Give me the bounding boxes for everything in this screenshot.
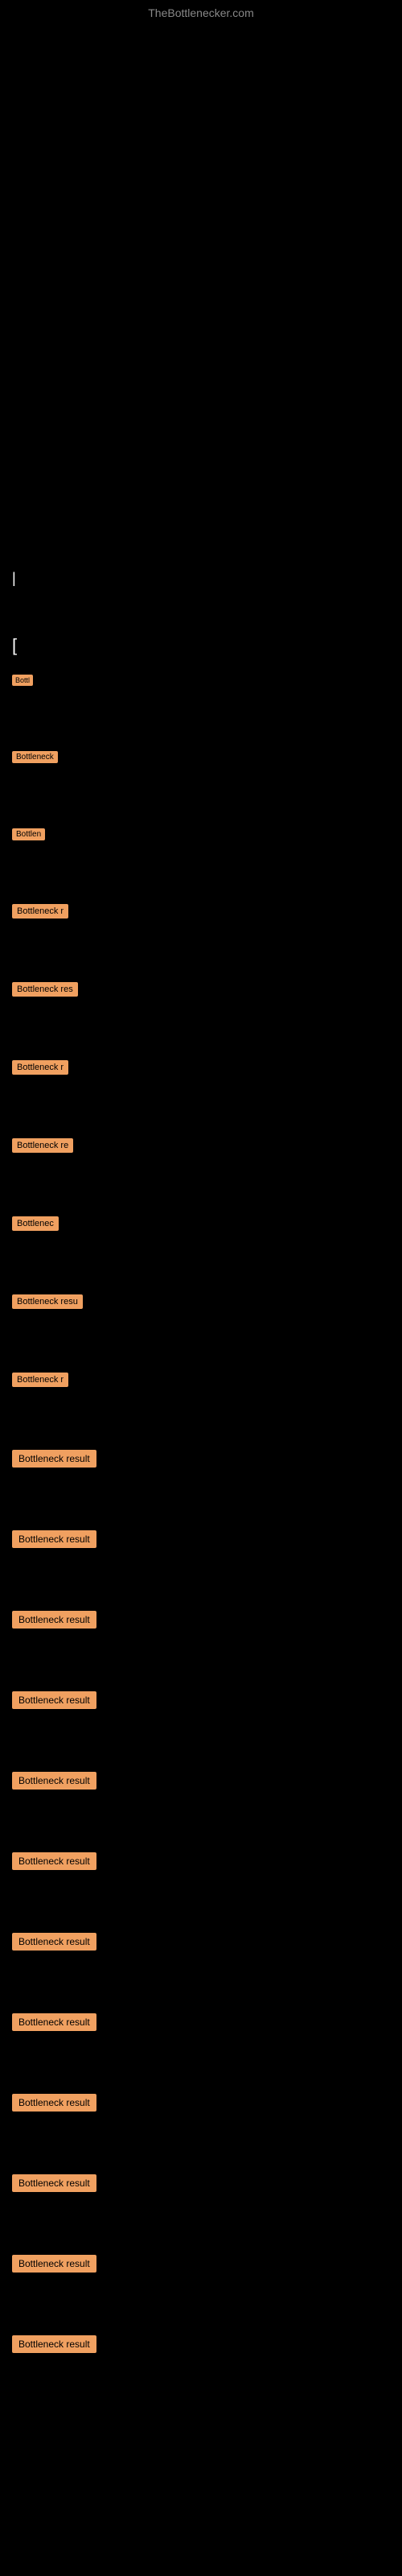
bottleneck-result-badge[interactable]: Bottleneck result (12, 2094, 96, 2112)
bottleneck-result-badge[interactable]: Bottleneck (12, 751, 58, 763)
list-item: Bottleneck result (12, 1691, 394, 1741)
bottleneck-result-badge[interactable]: Bottleneck result (12, 2013, 96, 2031)
site-title: TheBottlenecker.com (0, 0, 402, 23)
list-item: Bottleneck result (12, 2174, 394, 2224)
bottleneck-result-badge[interactable]: Bottlen (12, 828, 45, 840)
bottleneck-result-badge[interactable]: Bottleneck result (12, 1933, 96, 1951)
bottleneck-result-badge[interactable]: Bottleneck r (12, 1060, 68, 1075)
list-item: Bottleneck result (12, 2013, 394, 2063)
bottleneck-result-badge[interactable]: Bottlenec (12, 1216, 59, 1231)
bottleneck-result-badge[interactable]: Bottleneck result (12, 1450, 96, 1468)
bottleneck-items-container: Bottl Bottleneck Bottlen Bottleneck r Bottle… (8, 672, 394, 2416)
bottleneck-result-badge[interactable]: Bottleneck result (12, 2174, 96, 2192)
bracket-indicator: [ (8, 635, 394, 656)
bottleneck-result-badge[interactable]: Bottleneck resu (12, 1294, 83, 1309)
list-item: Bottleneck resu (12, 1294, 394, 1341)
bottleneck-result-badge[interactable]: Bottleneck re (12, 1138, 73, 1153)
list-item: Bottleneck r (12, 1372, 394, 1419)
list-item: Bottleneck result (12, 1530, 394, 1580)
bottleneck-result-badge[interactable]: Bottleneck result (12, 1530, 96, 1548)
bottleneck-result-badge[interactable]: Bottleneck result (12, 1691, 96, 1709)
list-item: Bottleneck res (12, 981, 394, 1029)
list-item: Bottl (12, 672, 394, 718)
bottleneck-result-badge[interactable]: Bottleneck result (12, 1852, 96, 1870)
bottleneck-result-badge[interactable]: Bottleneck r (12, 904, 68, 919)
bottleneck-result-badge[interactable]: Bottleneck r (12, 1373, 68, 1387)
list-item: Bottleneck result (12, 1772, 394, 1822)
list-item: Bottleneck (12, 749, 394, 795)
list-item: Bottlen (12, 826, 394, 873)
list-item: Bottleneck result (12, 1611, 394, 1661)
bottleneck-result-badge[interactable]: Bottleneck result (12, 1611, 96, 1629)
list-item: Bottleneck re (12, 1137, 394, 1185)
bottleneck-result-badge[interactable]: Bottleneck result (12, 2335, 96, 2353)
list-item: Bottleneck result (12, 1852, 394, 1902)
bottleneck-result-badge[interactable]: Bottl (12, 675, 33, 686)
list-item: Bottleneck r (12, 903, 394, 951)
bottleneck-result-badge[interactable]: Bottleneck result (12, 1772, 96, 1790)
list-item: Bottleneck result (12, 1450, 394, 1500)
cursor-indicator: | (8, 570, 394, 587)
list-item: Bottleneck result (12, 2335, 394, 2385)
list-item: Bottleneck r (12, 1059, 394, 1107)
list-item: Bottleneck result (12, 1933, 394, 1983)
list-item: Bottleneck result (12, 2255, 394, 2305)
bottleneck-result-badge[interactable]: Bottleneck result (12, 2255, 96, 2273)
list-item: Bottlenec (12, 1216, 394, 1263)
list-item: Bottleneck result (12, 2094, 394, 2144)
bottleneck-result-badge[interactable]: Bottleneck res (12, 982, 78, 997)
